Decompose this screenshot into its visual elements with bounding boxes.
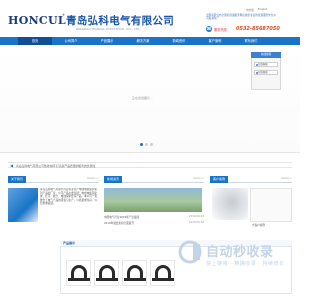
nav-item-home[interactable]: 首页 [18,37,52,45]
tab-about[interactable]: 关于我们 [8,176,27,183]
chat-icon [255,64,258,66]
watermark-subtitle: 快上链接 · 精确收录 · 持续增长 [206,261,285,267]
hotline-number[interactable]: 0532-85687050 [236,26,280,32]
nav-item-contact[interactable]: 联系我们 [234,37,268,45]
hotline-label: 服务热线: [214,28,228,32]
service-item-label: 在线客服 [258,63,268,66]
list-item[interactable]: 中国电气行业2019年产业发展 2019-04-03 [104,215,204,219]
service-item[interactable]: 在线客服 [254,62,278,67]
watermark-logo-icon [178,240,202,264]
case-product-image[interactable] [250,188,292,222]
watermark-title: 自动秒收录 [206,245,274,260]
about-text: 青岛弘科电气有限公司是专业生产电线电缆保护系列产品的厂家，公司产品主要包括：电线… [40,188,98,206]
product-thumb[interactable] [94,260,119,286]
lang-english-link[interactable]: English [258,8,267,11]
product-thumb[interactable] [122,260,147,286]
tab-news[interactable]: 新闻资讯 [104,176,123,183]
news-image[interactable] [104,188,202,212]
about-image [8,188,38,222]
list-item[interactable]: 2019年展会新闻全面展开 2019-04-03 [104,221,204,225]
banner-dot[interactable] [150,143,153,146]
chat-icon [255,72,258,74]
clamp-base [152,278,174,281]
banner-dot[interactable] [145,143,148,146]
service-item-label: 在线客服 [258,71,268,74]
news-date: 2019-04-03 [188,215,204,218]
main-nav: 首页 公司简介 产品展示 解决方案 新闻资讯 客户案例 联系我们 [0,37,300,45]
cable-clamp-image [155,265,171,279]
banner-dot[interactable] [140,143,143,146]
product-thumb[interactable] [66,260,91,286]
china-map-image [212,188,248,220]
banner-loading-text: 正在加载图片... [132,96,153,100]
cable-clamp-image [127,265,143,279]
phone-icon: ☎ [206,26,212,32]
clamp-base [68,278,90,281]
nav-item-about[interactable]: 公司简介 [54,37,88,45]
product-thumb[interactable] [150,260,175,286]
header-description: 全国商区分布全国的营运服务网点提供专业的营运服务外包公司先进生产 [206,14,277,21]
cable-clamp-image [71,265,87,279]
clamp-base [96,278,118,281]
company-name-en: QINGDAO HONCUL ELECTRICAL CO., LTD. [76,27,141,31]
tab-cases[interactable]: 客户案例 [210,176,229,183]
products-title[interactable]: 产品展示 [63,241,75,245]
news-title: 2019年展会新闻全面展开 [104,222,134,225]
online-service-title: 在线客服 [251,52,281,58]
about-more-link[interactable]: more>> [87,177,98,180]
logo[interactable]: HONCUL [8,14,66,27]
company-name-cn: 青岛弘科电气有限公司 [66,15,174,27]
registered-mark: ® [62,13,65,17]
service-item[interactable]: 在线客服 [254,70,278,75]
lang-chinese-link[interactable]: 中文版 [246,8,254,12]
about-header: 关于我们 more>> [8,176,98,183]
cable-clamp-image [99,265,115,279]
news-title: 中国电气行业2019年产业发展 [104,216,140,219]
speaker-icon: ◀ [10,163,14,168]
news-date: 2019-04-03 [188,221,204,224]
news-ticker-text[interactable]: 青岛弘科电气有限公司热线询问 打造新产品质量的服务的优质性 [16,164,95,168]
nav-item-products[interactable]: 产品展示 [90,37,124,45]
news-more-link[interactable]: more>> [193,177,204,180]
nav-item-news[interactable]: 新闻资讯 [162,37,196,45]
cases-header: 客户案例 more>> [210,176,292,183]
news-header: 新闻资讯 more>> [104,176,204,183]
case-caption[interactable]: 大客户案例 [252,224,265,228]
cases-more-link[interactable]: more>> [281,177,292,180]
nav-item-solutions[interactable]: 解决方案 [126,37,160,45]
nav-item-cases[interactable]: 客户案例 [198,37,232,45]
clamp-base [124,278,146,281]
